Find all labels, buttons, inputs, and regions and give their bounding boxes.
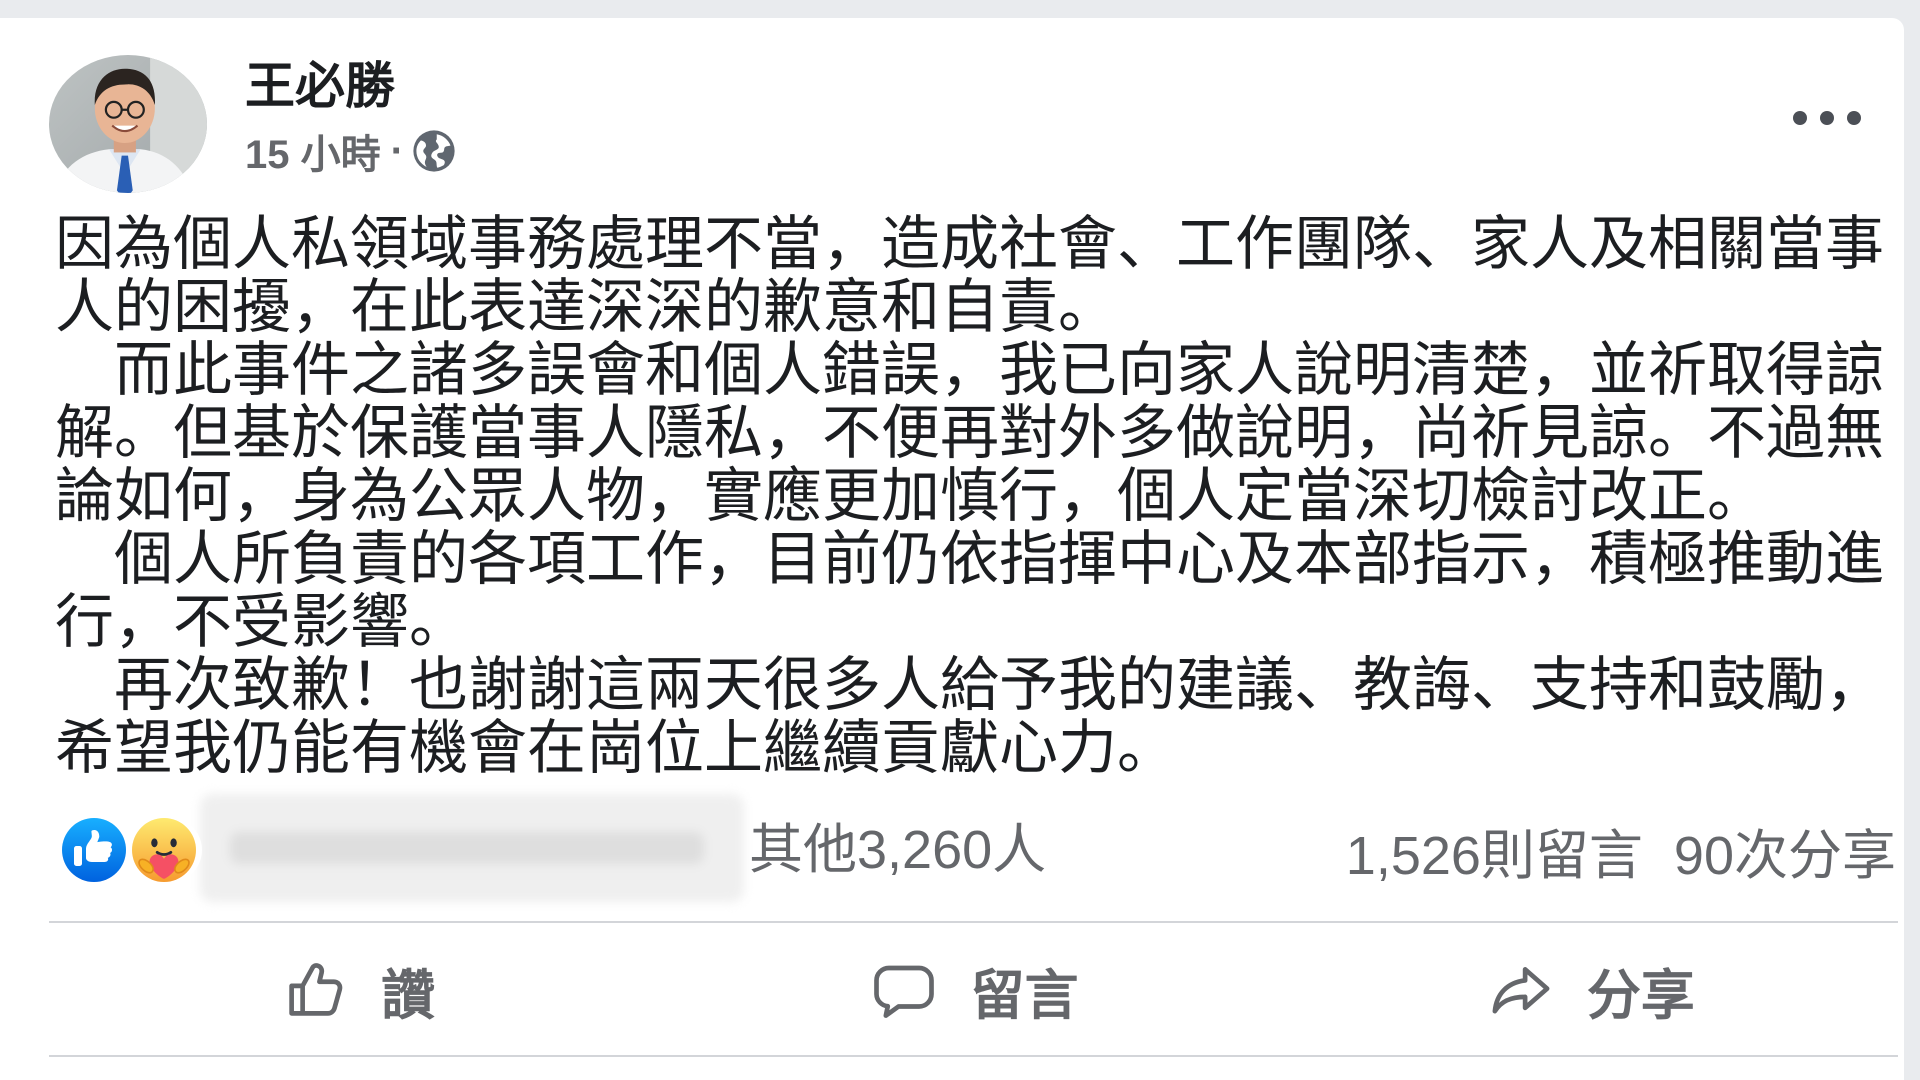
care-reaction-icon[interactable] bbox=[126, 815, 202, 885]
comment-icon bbox=[868, 957, 940, 1023]
share-count[interactable]: 90次分享 bbox=[1674, 811, 1896, 890]
post-meta: 15 小時 · bbox=[245, 126, 456, 177]
divider bbox=[49, 1055, 1898, 1057]
post-timestamp[interactable]: 15 小時 bbox=[245, 122, 381, 180]
globe-icon bbox=[412, 129, 456, 173]
like-button[interactable]: 讚 bbox=[49, 935, 665, 1045]
thumbs-up-icon bbox=[279, 957, 351, 1023]
author-avatar[interactable] bbox=[49, 55, 207, 193]
reaction-count[interactable]: 其他3,260人 bbox=[749, 815, 1046, 885]
post-paragraph: 因為個人私領域事務處理不當，造成社會、工作團隊、家人及相關當事人的困擾，在此表達… bbox=[55, 211, 1885, 340]
post-paragraph: 而此事件之諸多誤會和個人錯誤，我已向家人說明清楚，並祈取得諒解。但基於保護當事人… bbox=[55, 337, 1885, 529]
share-button-label: 分享 bbox=[1586, 965, 1695, 1026]
action-bar: 讚 留言 分享 bbox=[49, 935, 1898, 1045]
engagement-stats: 1,526則留言 90次分享 bbox=[1346, 815, 1896, 886]
comment-count[interactable]: 1,526則留言 bbox=[1346, 811, 1643, 890]
post-card: 王必勝 15 小時 · 因為個人私領域事務處理不當，造成社會、工作團隊、家人及相… bbox=[0, 18, 1904, 1080]
meta-separator: · bbox=[390, 128, 404, 173]
post-paragraph: 再次致歉！也謝謝這兩天很多人給予我的建議、教誨、支持和鼓勵，希望我仍能有機會在崗… bbox=[55, 652, 1885, 781]
more-options-icon bbox=[1792, 108, 1862, 128]
comment-button[interactable]: 留言 bbox=[665, 935, 1281, 1045]
share-icon bbox=[1485, 957, 1557, 1023]
blurred-reactor-names bbox=[200, 794, 744, 902]
author-name[interactable]: 王必勝 bbox=[245, 54, 395, 118]
like-button-label: 讚 bbox=[381, 965, 436, 1026]
comment-button-label: 留言 bbox=[970, 965, 1079, 1026]
post-paragraph: 個人所負責的各項工作，目前仍依指揮中心及本部指示，積極推動進行，不受影響。 bbox=[55, 526, 1885, 655]
post-body: 因為個人私領域事務處理不當，造成社會、工作團隊、家人及相關當事人的困擾，在此表達… bbox=[55, 213, 1895, 780]
divider bbox=[49, 921, 1898, 923]
reaction-icons[interactable] bbox=[56, 815, 202, 885]
more-options-button[interactable] bbox=[1790, 102, 1864, 134]
share-button[interactable]: 分享 bbox=[1282, 935, 1898, 1045]
like-reaction-icon[interactable] bbox=[56, 815, 132, 885]
